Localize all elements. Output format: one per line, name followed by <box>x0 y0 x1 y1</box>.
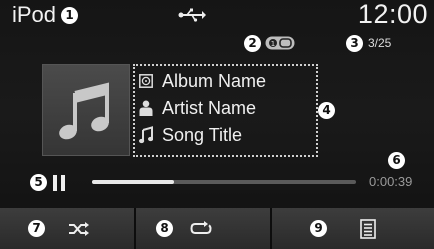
artist-row: Artist Name <box>139 97 256 119</box>
status-bar: iPod 1 12:00 <box>0 0 434 29</box>
repeat-mode-icon: 1 <box>265 36 295 50</box>
song-title: Song Title <box>162 124 243 145</box>
source-label[interactable]: iPod <box>12 2 56 28</box>
clock: 12:00 <box>357 0 428 29</box>
callout-marker: 3 <box>346 35 363 52</box>
list-icon <box>360 219 376 239</box>
callout-marker: 1 <box>61 7 78 24</box>
progress-bar[interactable] <box>92 180 356 184</box>
callout-marker: 9 <box>310 220 327 237</box>
callout-marker: 4 <box>318 102 335 119</box>
album-row: Album Name <box>139 70 266 92</box>
usb-icon <box>178 8 206 22</box>
callout-marker: 6 <box>388 152 405 169</box>
song-row: Song Title <box>139 124 242 146</box>
bottom-button-bar: 7 8 9 <box>0 208 434 249</box>
callout-marker: 8 <box>156 220 173 237</box>
shuffle-icon <box>69 222 89 236</box>
repeat-icon <box>190 221 212 234</box>
song-icon <box>139 126 153 144</box>
artist-name: Artist Name <box>162 97 257 118</box>
callout-marker: 7 <box>28 220 45 237</box>
repeat-button[interactable]: 8 <box>136 208 272 249</box>
shuffle-button[interactable]: 7 <box>0 208 136 249</box>
music-note-icon <box>59 82 109 140</box>
progress-fill <box>92 180 174 184</box>
ipod-media-screen: iPod 1 12:00 2 1 3 3/25 Album Name Artis… <box>0 0 434 249</box>
track-info-box: Album Name Artist Name Song Title <box>133 64 318 157</box>
album-icon <box>139 74 153 88</box>
callout-marker: 2 <box>244 35 261 52</box>
artist-icon <box>139 100 153 116</box>
callout-marker: 5 <box>30 174 47 191</box>
track-count: 3/25 <box>368 36 392 50</box>
elapsed-time: 0:00:39 <box>369 174 413 189</box>
album-name: Album Name <box>162 70 267 91</box>
pause-icon[interactable] <box>52 175 66 191</box>
album-art <box>42 64 130 156</box>
list-button[interactable]: 9 <box>272 208 434 249</box>
svg-text:1: 1 <box>271 40 275 48</box>
